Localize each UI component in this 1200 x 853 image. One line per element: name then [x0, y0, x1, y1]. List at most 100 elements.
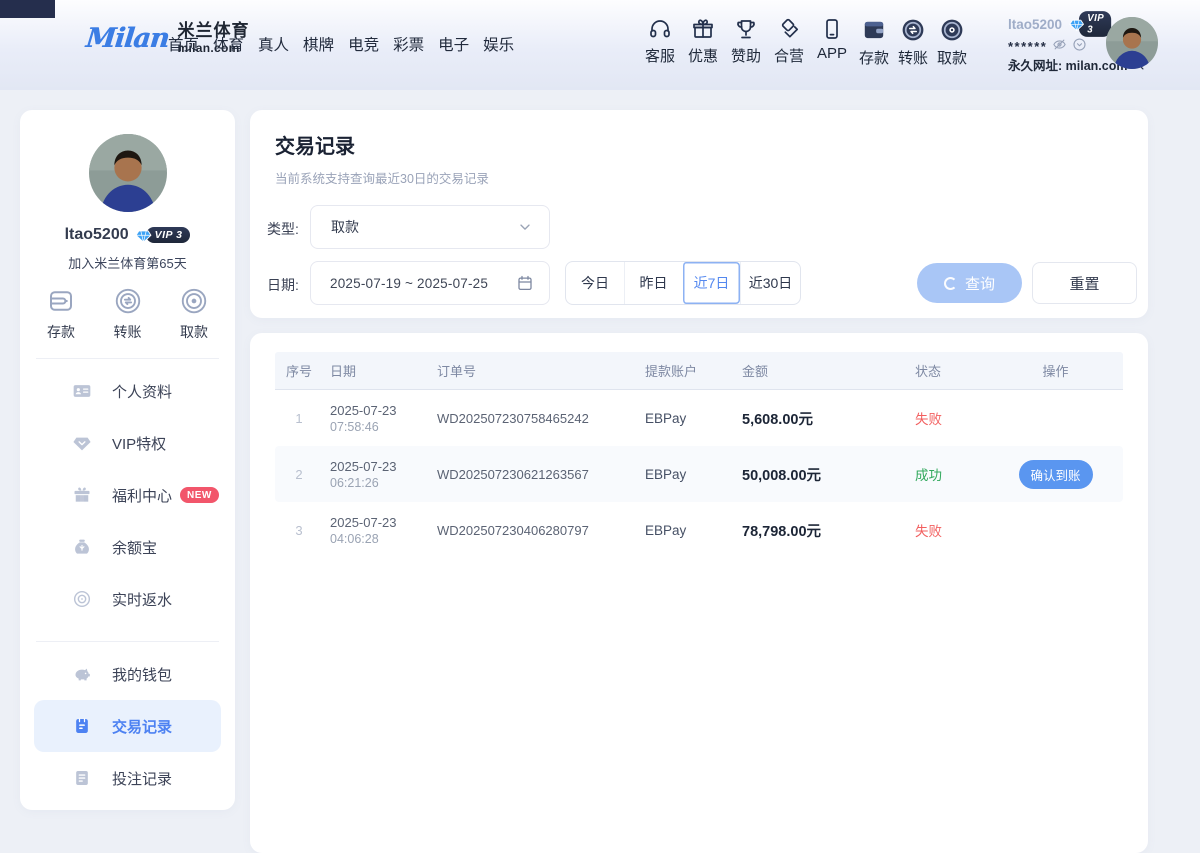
wallet-icon	[46, 286, 76, 316]
partner-icon	[777, 17, 801, 41]
date-range-preset[interactable]: 今日	[566, 262, 624, 304]
sidebar-quick-action[interactable]: 转账	[113, 286, 143, 342]
quick-link-label: 取款	[937, 47, 967, 68]
quick-link-label: 存款	[859, 47, 889, 68]
header-quick-link[interactable]: 客服	[644, 17, 676, 66]
row-withdraw-account: EBPay	[638, 411, 735, 426]
table-column-header: 操作	[988, 361, 1123, 380]
sidebar-menu-item[interactable]: VIP特权	[34, 417, 221, 469]
sidebar-menu-item[interactable]: 我的钱包	[34, 648, 221, 700]
sidebar-menu-item[interactable]: 交易记录	[34, 700, 221, 752]
type-select[interactable]: 取款	[310, 205, 550, 249]
betlog-icon	[72, 768, 92, 788]
row-order-number: WD202507230406280797	[430, 523, 638, 538]
profile-username: ltao5200	[65, 226, 129, 244]
status-text: 成功	[915, 464, 942, 484]
date-range-value: 2025-07-19 ~ 2025-07-25	[330, 276, 516, 291]
header-quick-link[interactable]: 合营	[773, 17, 805, 66]
date-range-input[interactable]: 2025-07-19 ~ 2025-07-25	[310, 261, 550, 305]
joined-days-text: 加入米兰体育第65天	[20, 253, 235, 272]
date-preset-group: 今日 昨日 近7日 近30日	[565, 261, 801, 305]
date-range-preset[interactable]: 近30日	[740, 262, 800, 304]
confirm-received-button[interactable]: 确认到账	[1019, 460, 1093, 489]
main-nav-item[interactable]: 首页	[168, 33, 199, 55]
status-text: 失败	[915, 520, 942, 540]
sidebar-item-label: 福利中心	[112, 485, 172, 506]
row-status: 失败	[908, 408, 988, 428]
deposit-filled-icon	[861, 17, 887, 43]
header-quick-link[interactable]: 存款	[858, 17, 890, 68]
header-quick-link[interactable]: 转账	[897, 17, 929, 68]
withdraw-filled-icon	[939, 17, 965, 43]
header-username[interactable]: ltao5200	[1008, 17, 1062, 32]
main-nav-item[interactable]: 彩票	[393, 33, 424, 55]
sidebar-menu-item[interactable]: 个人资料	[34, 365, 221, 417]
corner-artifact	[0, 0, 55, 18]
page-title: 交易记录	[275, 130, 355, 159]
withdraw-ring-icon	[179, 286, 209, 316]
table-header-row: 序号 日期 订单号 提款账户 金额 状态 操作	[275, 352, 1123, 390]
main-nav-item[interactable]: 真人	[258, 33, 289, 55]
eye-off-icon[interactable]	[1052, 37, 1067, 52]
quick-link-label: 合营	[774, 45, 804, 66]
table-column-header: 提款账户	[638, 361, 735, 380]
table-column-header: 日期	[323, 361, 430, 380]
sidebar-menu-primary: 个人资料 VIP特权 福利中心 NEW 余额宝 实时返水	[20, 365, 235, 625]
main-nav-item[interactable]: 娱乐	[483, 33, 514, 55]
main-nav-item[interactable]: 棋牌	[303, 33, 334, 55]
rebate-icon	[72, 589, 92, 609]
row-status: 失败	[908, 520, 988, 540]
quick-link-label: 转账	[898, 47, 928, 68]
transfer-ring-icon	[113, 286, 143, 316]
header-quick-link[interactable]: APP	[816, 17, 848, 66]
sidebar-menu-item[interactable]: 余额宝	[34, 521, 221, 573]
reset-button[interactable]: 重置	[1032, 262, 1137, 304]
quick-link-label: 优惠	[688, 45, 718, 66]
sidebar-quick-action[interactable]: 取款	[179, 286, 209, 342]
vip-level-label: VIP 3	[146, 227, 191, 243]
type-select-value: 取款	[331, 217, 517, 237]
table-row: 2 2025-07-23 06:21:26 WD2025072306212635…	[275, 446, 1123, 502]
vip-badge: VIP 3	[1069, 11, 1111, 37]
quick-link-label: APP	[817, 45, 847, 62]
date-range-preset[interactable]: 昨日	[624, 262, 682, 304]
row-amount: 50,008.00元	[735, 464, 908, 485]
chevron-down-icon	[517, 219, 533, 235]
sidebar-quick-action[interactable]: 存款	[46, 286, 76, 342]
status-text: 失败	[915, 408, 942, 428]
main-nav-item[interactable]: 电子	[438, 33, 469, 55]
date-label: 日期:	[267, 275, 299, 295]
transactions-table-card: 序号 日期 订单号 提款账户 金额 状态 操作 1 2025-07-23 07:…	[250, 333, 1148, 853]
sidebar-item-label: 我的钱包	[112, 664, 172, 685]
profile-avatar[interactable]	[89, 134, 167, 212]
headset-icon	[648, 17, 672, 41]
row-order-number: WD202507230621263567	[430, 467, 638, 482]
sidebar-menu-item[interactable]: 福利中心 NEW	[34, 469, 221, 521]
vip-gem-icon	[1069, 16, 1085, 32]
header-quick-links: 客服 优惠 赞助 合营 APP	[644, 17, 848, 66]
main-nav-item[interactable]: 电竞	[348, 33, 379, 55]
row-amount: 78,798.00元	[735, 520, 908, 541]
table-row: 3 2025-07-23 04:06:28 WD2025072304062807…	[275, 502, 1123, 558]
header-quick-link[interactable]: 取款	[936, 17, 968, 68]
refresh-circle-icon[interactable]	[1072, 37, 1087, 52]
table-column-header: 金额	[735, 361, 908, 380]
gift-fill-icon	[72, 485, 92, 505]
header-quick-link[interactable]: 赞助	[730, 17, 762, 66]
header-quick-link[interactable]: 优惠	[687, 17, 719, 66]
table-row: 1 2025-07-23 07:58:46 WD2025072307584652…	[275, 390, 1123, 446]
query-button[interactable]: 查询	[917, 263, 1022, 303]
main-nav-item[interactable]: 体育	[213, 33, 244, 55]
row-action: 确认到账	[988, 460, 1123, 489]
date-range-preset[interactable]: 近7日	[682, 262, 740, 304]
table-column-header: 状态	[908, 361, 988, 380]
sidebar-menu-item[interactable]: 投注记录	[34, 752, 221, 804]
moneybag-icon	[72, 537, 92, 557]
row-seq: 2	[275, 467, 323, 482]
quick-action-label: 转账	[114, 322, 142, 342]
sidebar-menu-item[interactable]: 实时返水	[34, 573, 221, 625]
row-seq: 3	[275, 523, 323, 538]
quick-action-label: 取款	[180, 322, 208, 342]
user-avatar[interactable]	[1106, 17, 1158, 69]
sidebar-menu-secondary: 我的钱包 交易记录 投注记录	[20, 648, 235, 804]
